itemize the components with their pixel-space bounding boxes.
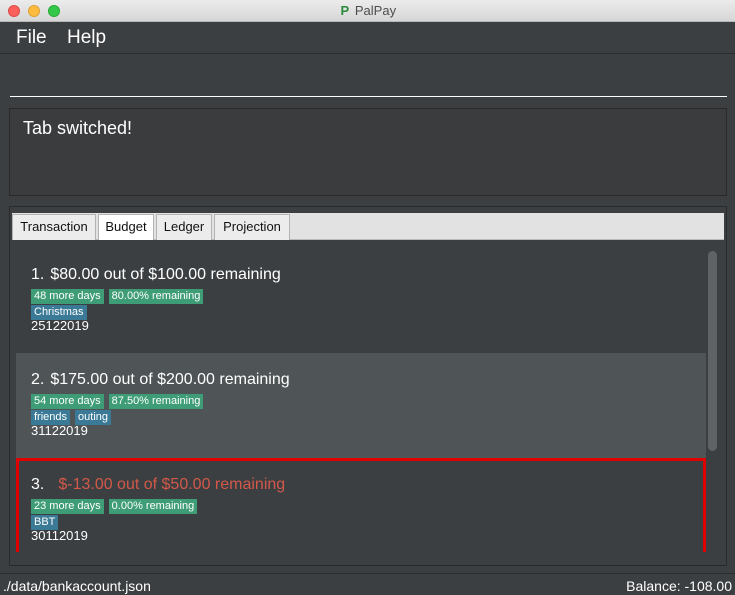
budget-index: 3. — [31, 476, 45, 493]
budget-amount: $-13.00 out of $50.00 remaining — [58, 476, 286, 493]
budget-title: 3. $-13.00 out of $50.00 remaining — [31, 476, 285, 494]
tab-budget[interactable]: Budget — [98, 214, 154, 240]
menu-help[interactable]: Help — [67, 27, 106, 49]
result-message: Tab switched! — [23, 118, 133, 138]
menu-bar: File Help — [0, 22, 735, 54]
budget-date: 30112019 — [31, 528, 88, 543]
budget-card[interactable]: 2. $175.00 out of $200.00 remaining 54 mo… — [16, 353, 706, 458]
tab-strip: Transaction Budget Ledger Projection — [12, 213, 724, 240]
tab-ledger[interactable]: Ledger — [156, 214, 212, 240]
percent-remaining-badge: 87.50% remaining — [108, 394, 204, 409]
budget-amount: $80.00 out of $100.00 remaining — [50, 266, 281, 283]
paypal-icon: P — [340, 3, 350, 18]
budget-date: 25122019 — [31, 318, 89, 333]
data-file-path: ./data/bankaccount.json — [3, 578, 151, 594]
command-input[interactable] — [10, 59, 727, 97]
result-display: Tab switched! — [9, 108, 727, 196]
budget-list[interactable]: 1. $80.00 out of $100.00 remaining 48 mor… — [16, 248, 710, 552]
budget-date: 31122019 — [31, 423, 88, 438]
budget-index: 2. — [31, 371, 45, 388]
percent-remaining-badge: 80.00% remaining — [108, 289, 204, 304]
status-bar: ./data/bankaccount.json Balance: -108.00 — [0, 573, 735, 595]
budget-card-selected[interactable]: 3. $-13.00 out of $50.00 remaining 23 mor… — [16, 458, 706, 552]
tab-transaction[interactable]: Transaction — [12, 214, 96, 240]
budget-card[interactable]: 1. $80.00 out of $100.00 remaining 48 mor… — [16, 248, 706, 353]
budget-amount: $175.00 out of $200.00 remaining — [50, 371, 290, 388]
tab-projection[interactable]: Projection — [214, 214, 290, 240]
menu-file[interactable]: File — [16, 27, 47, 49]
budget-index: 1. — [31, 266, 45, 283]
percent-remaining-badge: 0.00% remaining — [108, 499, 198, 514]
window-title: PalPay — [354, 3, 397, 18]
budget-title: 2. $175.00 out of $200.00 remaining — [31, 371, 290, 389]
title-bar: P PalPay — [0, 0, 735, 22]
tab-panel: Transaction Budget Ledger Projection 1. $… — [9, 206, 727, 566]
list-scrollbar[interactable] — [708, 251, 717, 451]
command-box — [0, 55, 735, 100]
window-title-group: P PalPay — [0, 3, 735, 18]
account-balance: Balance: -108.00 — [626, 578, 732, 594]
budget-title: 1. $80.00 out of $100.00 remaining — [31, 266, 281, 284]
